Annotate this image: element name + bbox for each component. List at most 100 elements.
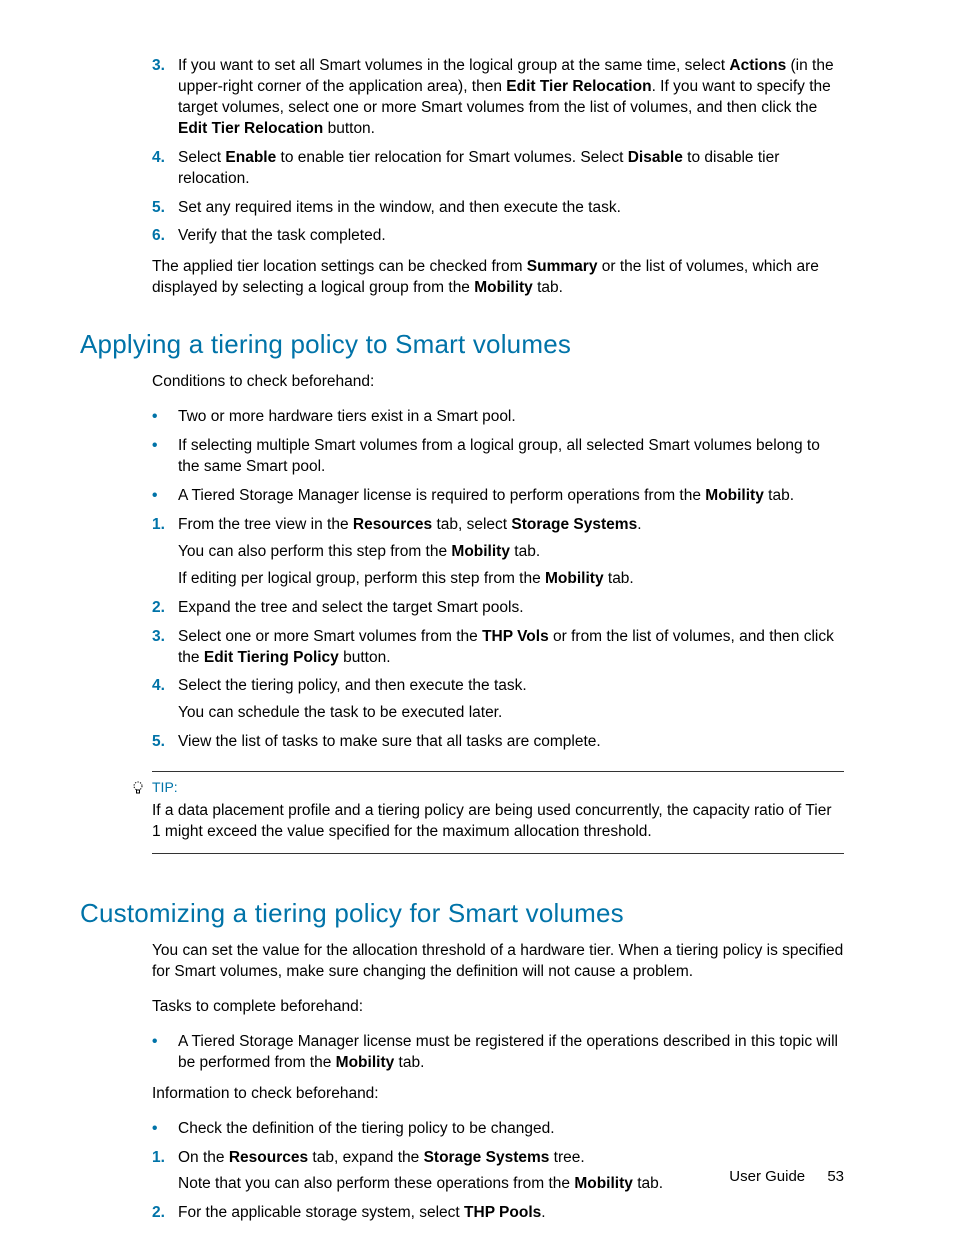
list-item-body: A Tiered Storage Manager license is requ… (178, 486, 844, 507)
footer-label: User Guide (729, 1168, 805, 1185)
list-number: 5. (152, 732, 178, 753)
text-run: Note that you can also perform these ope… (178, 1175, 574, 1192)
text-run: The applied tier location settings can b… (152, 258, 527, 275)
list-item-body: For the applicable storage system, selec… (178, 1203, 844, 1224)
text-run: tab, select (432, 516, 511, 533)
sec2-intro1: You can set the value for the allocation… (152, 941, 844, 983)
bold-text: Enable (225, 149, 276, 166)
lightbulb-icon (128, 780, 148, 796)
document-page: 3.If you want to set all Smart volumes i… (0, 0, 954, 1235)
list-item: 3.If you want to set all Smart volumes i… (152, 56, 844, 140)
text-run: You can schedule the task to be executed… (178, 704, 502, 721)
list-number: 1. (152, 1148, 178, 1196)
text-run: From the tree view in the (178, 516, 353, 533)
text-run: You can also perform this step from the (178, 543, 451, 560)
bold-text: Storage Systems (511, 516, 637, 533)
bold-text: Summary (527, 258, 598, 275)
list-number: 3. (152, 56, 178, 140)
heading-customizing-tiering-policy: Customizing a tiering policy for Smart v… (80, 896, 844, 931)
text-run: tab. (604, 570, 634, 587)
list-item: A Tiered Storage Manager license must be… (152, 1032, 844, 1074)
text-run: Expand the tree and select the target Sm… (178, 599, 524, 616)
tip-header: TIP: (128, 778, 844, 797)
sec1-intro: Conditions to check beforehand: (152, 372, 844, 393)
list-item: 5.View the list of tasks to make sure th… (152, 732, 844, 753)
list-item-body: Set any required items in the window, an… (178, 198, 844, 219)
list-item-sub: You can also perform this step from the … (178, 542, 844, 563)
bold-text: Disable (628, 149, 683, 166)
list-item: Two or more hardware tiers exist in a Sm… (152, 407, 844, 428)
text-run: Verify that the task completed. (178, 227, 386, 244)
list-number: 4. (152, 148, 178, 190)
bold-text: Edit Tiering Policy (204, 649, 339, 666)
bold-text: Storage Systems (424, 1149, 550, 1166)
list-number: 3. (152, 627, 178, 669)
text-run: tab. (764, 487, 794, 504)
list-item: 4.Select the tiering policy, and then ex… (152, 676, 844, 724)
top-block: 3.If you want to set all Smart volumes i… (152, 56, 844, 299)
text-run: On the (178, 1149, 229, 1166)
text-run: View the list of tasks to make sure that… (178, 733, 601, 750)
top-numbered-list: 3.If you want to set all Smart volumes i… (152, 56, 844, 247)
top-summary-paragraph: The applied tier location settings can b… (152, 257, 844, 299)
text-run: If you want to set all Smart volumes in … (178, 57, 729, 74)
list-item-body: Expand the tree and select the target Sm… (178, 598, 844, 619)
list-item: 1.From the tree view in the Resources ta… (152, 515, 844, 590)
bold-text: THP Pools (464, 1204, 541, 1221)
text-run: . (541, 1204, 545, 1221)
tip-box: TIP: If a data placement profile and a t… (152, 771, 844, 854)
text-run: Select the tiering policy, and then exec… (178, 677, 527, 694)
list-item-body: Verify that the task completed. (178, 226, 844, 247)
text-run: For the applicable storage system, selec… (178, 1204, 464, 1221)
list-number: 1. (152, 515, 178, 590)
sec2-bullets1: A Tiered Storage Manager license must be… (152, 1032, 844, 1074)
list-item-body: From the tree view in the Resources tab,… (178, 515, 844, 590)
sec2-intro2: Tasks to complete beforehand: (152, 997, 844, 1018)
list-item-body: Select one or more Smart volumes from th… (178, 627, 844, 669)
list-item-body: If you want to set all Smart volumes in … (178, 56, 844, 140)
list-number: 6. (152, 226, 178, 247)
text-run: tab. (394, 1054, 424, 1071)
page-number: 53 (827, 1168, 844, 1185)
sec1-numbered-list: 1.From the tree view in the Resources ta… (152, 515, 844, 753)
text-run: Check the definition of the tiering poli… (178, 1120, 555, 1137)
sec2-bullets2: Check the definition of the tiering poli… (152, 1119, 844, 1140)
bold-text: Resources (229, 1149, 308, 1166)
list-item: 5.Set any required items in the window, … (152, 198, 844, 219)
text-run: A Tiered Storage Manager license is requ… (178, 487, 705, 504)
list-item-body: A Tiered Storage Manager license must be… (178, 1032, 844, 1074)
sec2-intro3: Information to check beforehand: (152, 1084, 844, 1105)
bold-text: Mobility (474, 279, 533, 296)
list-number: 5. (152, 198, 178, 219)
text-run: to enable tier relocation for Smart volu… (276, 149, 628, 166)
list-item-body: Select the tiering policy, and then exec… (178, 676, 844, 724)
text-run: button. (339, 649, 391, 666)
text-run: If selecting multiple Smart volumes from… (178, 437, 820, 475)
tip-label: TIP: (152, 778, 178, 797)
list-item: 3.Select one or more Smart volumes from … (152, 627, 844, 669)
text-run: If editing per logical group, perform th… (178, 570, 545, 587)
sec1-bullets: Two or more hardware tiers exist in a Sm… (152, 407, 844, 507)
list-item-body: Check the definition of the tiering poli… (178, 1119, 844, 1140)
list-item-body: Two or more hardware tiers exist in a Sm… (178, 407, 844, 428)
list-item-body: Select Enable to enable tier relocation … (178, 148, 844, 190)
bold-text: Actions (729, 57, 786, 74)
text-run: Select one or more Smart volumes from th… (178, 628, 482, 645)
list-number: 2. (152, 1203, 178, 1224)
list-item: 2.Expand the tree and select the target … (152, 598, 844, 619)
text-run: tab. (510, 543, 540, 560)
text-run: Two or more hardware tiers exist in a Sm… (178, 408, 516, 425)
list-item-body: If selecting multiple Smart volumes from… (178, 436, 844, 478)
list-item: 4.Select Enable to enable tier relocatio… (152, 148, 844, 190)
bold-text: THP Vols (482, 628, 549, 645)
list-item: 6.Verify that the task completed. (152, 226, 844, 247)
text-run: tree. (549, 1149, 584, 1166)
tip-body: If a data placement profile and a tierin… (152, 801, 844, 843)
list-item: Check the definition of the tiering poli… (152, 1119, 844, 1140)
bold-text: Edit Tier Relocation (178, 120, 323, 137)
text-run: . (637, 516, 641, 533)
list-item-sub: You can schedule the task to be executed… (178, 703, 844, 724)
bold-text: Resources (353, 516, 432, 533)
sec1-block: Conditions to check beforehand: Two or m… (152, 372, 844, 854)
list-number: 4. (152, 676, 178, 724)
